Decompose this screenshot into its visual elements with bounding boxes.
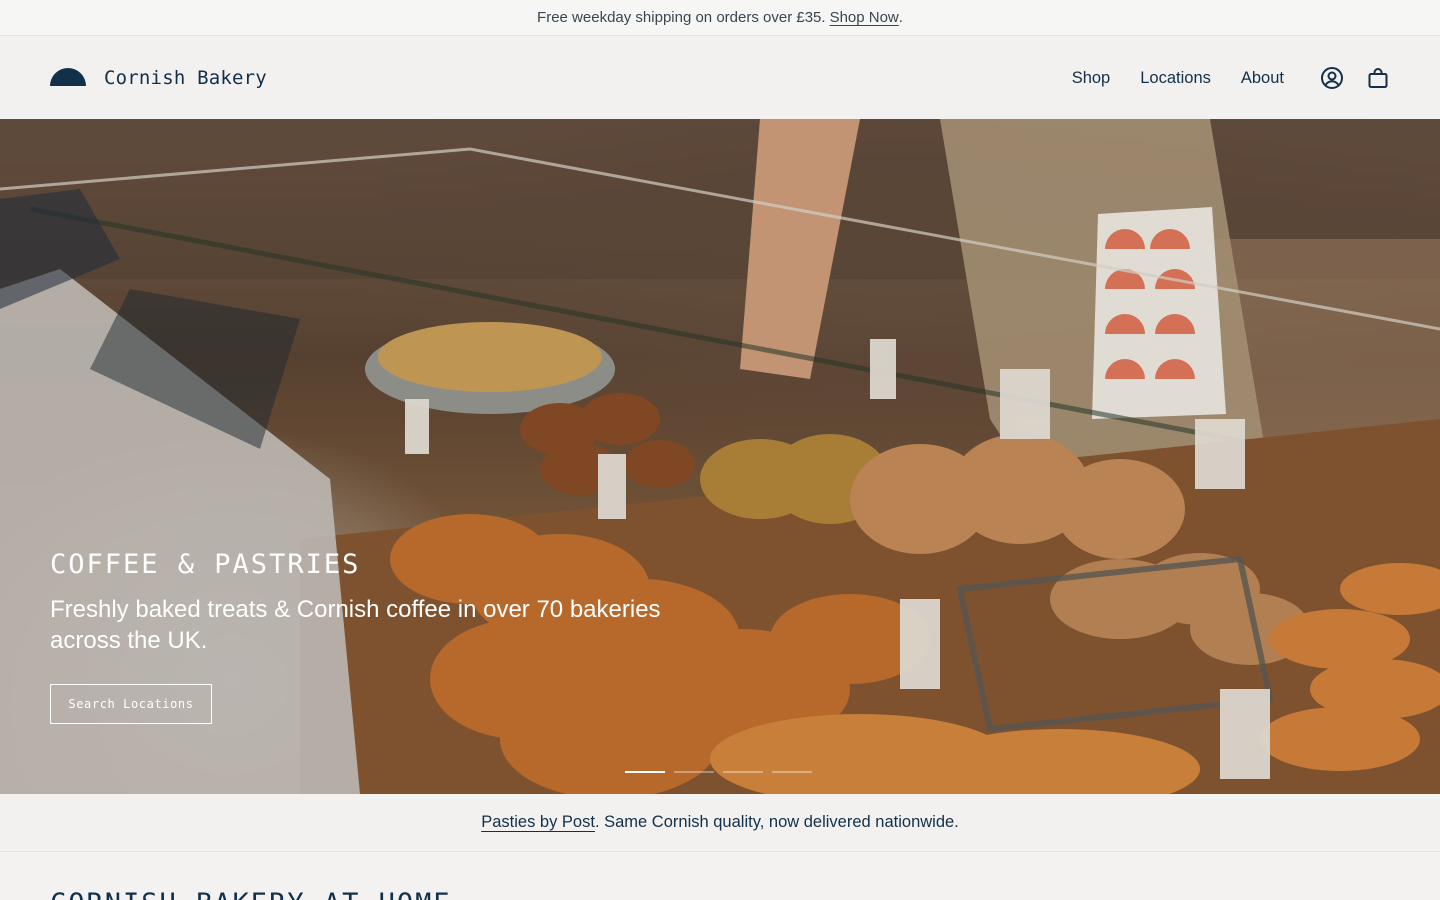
main-nav: Shop Locations About (1072, 66, 1390, 90)
hero-banner: COFFEE & PASTRIES Freshly baked treats &… (0, 119, 1440, 794)
hero-subtitle: Freshly baked treats & Cornish coffee in… (50, 596, 661, 654)
shop-now-link[interactable]: Shop Now (830, 9, 899, 26)
carousel-dot-1[interactable] (625, 771, 665, 773)
carousel-dot-3[interactable] (723, 771, 763, 773)
hero-text-block: COFFEE & PASTRIES Freshly baked treats &… (50, 549, 670, 656)
announcement-trailing: . (898, 9, 903, 26)
nav-locations[interactable]: Locations (1140, 69, 1211, 88)
announcement-bar: Free weekday shipping on orders over £35… (0, 0, 1440, 36)
carousel-dot-2[interactable] (674, 771, 714, 773)
header-icons (1320, 66, 1390, 90)
pasties-by-post-link[interactable]: Pasties by Post (481, 813, 595, 832)
carousel-dot-4[interactable] (772, 771, 812, 773)
brand-name: Cornish Bakery (104, 67, 267, 89)
account-icon[interactable] (1320, 66, 1344, 90)
nav-about[interactable]: About (1241, 69, 1284, 88)
section-title: CORNISH BAKERY AT HOME (50, 888, 452, 900)
hero-eyebrow: COFFEE & PASTRIES (50, 549, 361, 580)
nav-shop[interactable]: Shop (1072, 69, 1111, 88)
carousel-dots (625, 771, 812, 773)
hero-bakery-image (0, 119, 1440, 794)
brand-logo-icon (50, 68, 86, 86)
promo-text: . Same Cornish quality, now delivered na… (594, 813, 959, 831)
promo-bar: Pasties by Post. Same Cornish quality, n… (0, 794, 1440, 852)
brand-logo-link[interactable]: Cornish Bakery (50, 67, 267, 89)
announcement-text: Free weekday shipping on orders over £35… (537, 9, 826, 26)
bag-icon[interactable] (1366, 66, 1390, 90)
site-header: Cornish Bakery Shop Locations About (0, 37, 1440, 119)
search-locations-button[interactable]: Search Locations (50, 684, 212, 724)
